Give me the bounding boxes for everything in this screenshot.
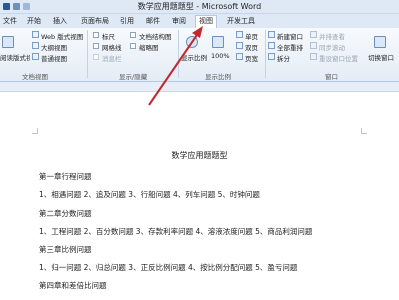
draft-icon <box>32 53 39 60</box>
tab-review[interactable]: 审阅 <box>169 16 189 28</box>
thumbnails-checkbox[interactable] <box>130 43 136 49</box>
thumbnails-label: 缩略图 <box>139 44 159 52</box>
reading-layout-icon[interactable] <box>2 36 14 48</box>
reset-window-button: 重设窗口位置 <box>319 55 358 63</box>
web-layout-icon <box>32 31 39 38</box>
tab-file[interactable]: 文件 <box>0 16 20 28</box>
navigation-pane-label: 文档结构图 <box>139 33 172 41</box>
group-label-window: 窗口 <box>325 73 338 81</box>
margin-corner-mark <box>361 128 367 134</box>
separator <box>87 30 88 78</box>
page-width-button[interactable]: 页宽 <box>245 53 258 63</box>
group-label-zoom: 显示比例 <box>205 73 231 81</box>
zoom-icon[interactable] <box>186 36 198 48</box>
chapter-heading: 第三章比例问题 <box>39 245 92 254</box>
web-layout-button[interactable]: Web 版式视图 <box>41 31 83 41</box>
navigation-pane-checkbox[interactable] <box>130 32 136 38</box>
margin-corner-mark <box>32 128 38 134</box>
outline-button[interactable]: 大纲视图 <box>41 42 67 52</box>
arrange-all-icon <box>268 42 275 49</box>
tab-insert[interactable]: 插入 <box>50 16 70 28</box>
split-icon <box>268 53 275 60</box>
reset-window-icon <box>310 53 317 60</box>
separator <box>178 30 179 78</box>
sync-scroll-button: 同步滚动 <box>319 44 345 52</box>
page-width-icon <box>236 53 243 60</box>
side-by-side-icon <box>310 31 317 38</box>
topic-line: 1、归一问题 2、归总问题 3、正反比例问题 4、按比例分配问题 5、盈亏问题 <box>39 263 298 272</box>
separator <box>265 30 266 78</box>
chapter-heading: 第二章分数问题 <box>39 209 92 218</box>
reading-layout-button[interactable]: 阅读版式视图 <box>0 52 30 62</box>
chapter-heading: 第一章行程问题 <box>39 172 92 181</box>
gridlines-checkbox[interactable] <box>93 43 99 49</box>
sync-scroll-icon <box>310 42 317 49</box>
zoom-100-icon[interactable] <box>212 36 224 48</box>
message-bar-label: 消息栏 <box>102 55 122 63</box>
tab-view[interactable]: 视图 <box>195 15 217 28</box>
switch-window-button[interactable]: 切换窗口 <box>368 52 394 62</box>
arrange-all-button[interactable]: 全部重排 <box>277 42 303 52</box>
split-button[interactable]: 拆分 <box>277 53 290 63</box>
group-label-doc-views: 文档视图 <box>22 73 48 81</box>
title-bar: 数学应用题题型 - Microsoft Word <box>0 0 399 14</box>
document-title: 数学应用题题型 <box>171 151 228 160</box>
horizontal-ruler[interactable] <box>0 82 399 92</box>
zoom-100-button[interactable]: 100% <box>211 52 230 60</box>
switch-window-icon[interactable] <box>374 36 386 48</box>
message-bar-checkbox <box>93 54 99 60</box>
one-page-icon <box>236 31 243 38</box>
outline-icon <box>32 42 39 49</box>
tab-mailings[interactable]: 邮件 <box>143 16 163 28</box>
chapter-heading: 第四章和差倍比问题 <box>39 281 107 290</box>
gridlines-label: 网格线 <box>102 44 122 52</box>
ribbon-view: 阅读版式视图 Web 版式视图 大纲视图 普通视图 文档视图 标尺 网格线 消息… <box>0 28 399 82</box>
topic-line: 1、工程问题 2、百分数问题 3、存款利率问题 4、溶液浓度问题 5、商品利润问… <box>39 227 313 236</box>
tab-references[interactable]: 引用 <box>117 16 137 28</box>
ribbon-tabs: 文件 开始 插入 页面布局 引用 邮件 审阅 视图 开发工具 <box>0 14 399 28</box>
tab-home[interactable]: 开始 <box>24 16 44 28</box>
two-pages-button[interactable]: 双页 <box>245 42 258 52</box>
zoom-button[interactable]: 显示比例 <box>181 52 207 62</box>
ruler-checkbox[interactable] <box>93 32 99 38</box>
document-page[interactable]: 数学应用题题型 第一章行程问题 1、相遇问题 2、追及问题 3、行船问题 4、列… <box>0 92 399 300</box>
topic-line: 1、相遇问题 2、追及问题 3、行船问题 4、列车问题 5、时钟问题 <box>39 190 260 199</box>
draft-button[interactable]: 普通视图 <box>41 53 67 63</box>
two-pages-icon <box>236 42 243 49</box>
group-label-show: 显示/隐藏 <box>119 73 148 81</box>
new-window-button[interactable]: 新建窗口 <box>277 31 303 41</box>
tab-developer[interactable]: 开发工具 <box>224 16 258 28</box>
ruler-label: 标尺 <box>102 33 115 41</box>
window-title: 数学应用题题型 - Microsoft Word <box>137 2 262 11</box>
new-window-icon <box>268 31 275 38</box>
one-page-button[interactable]: 单页 <box>245 31 258 41</box>
side-by-side-button: 并排查看 <box>319 33 345 41</box>
tab-page-layout[interactable]: 页面布局 <box>78 16 112 28</box>
